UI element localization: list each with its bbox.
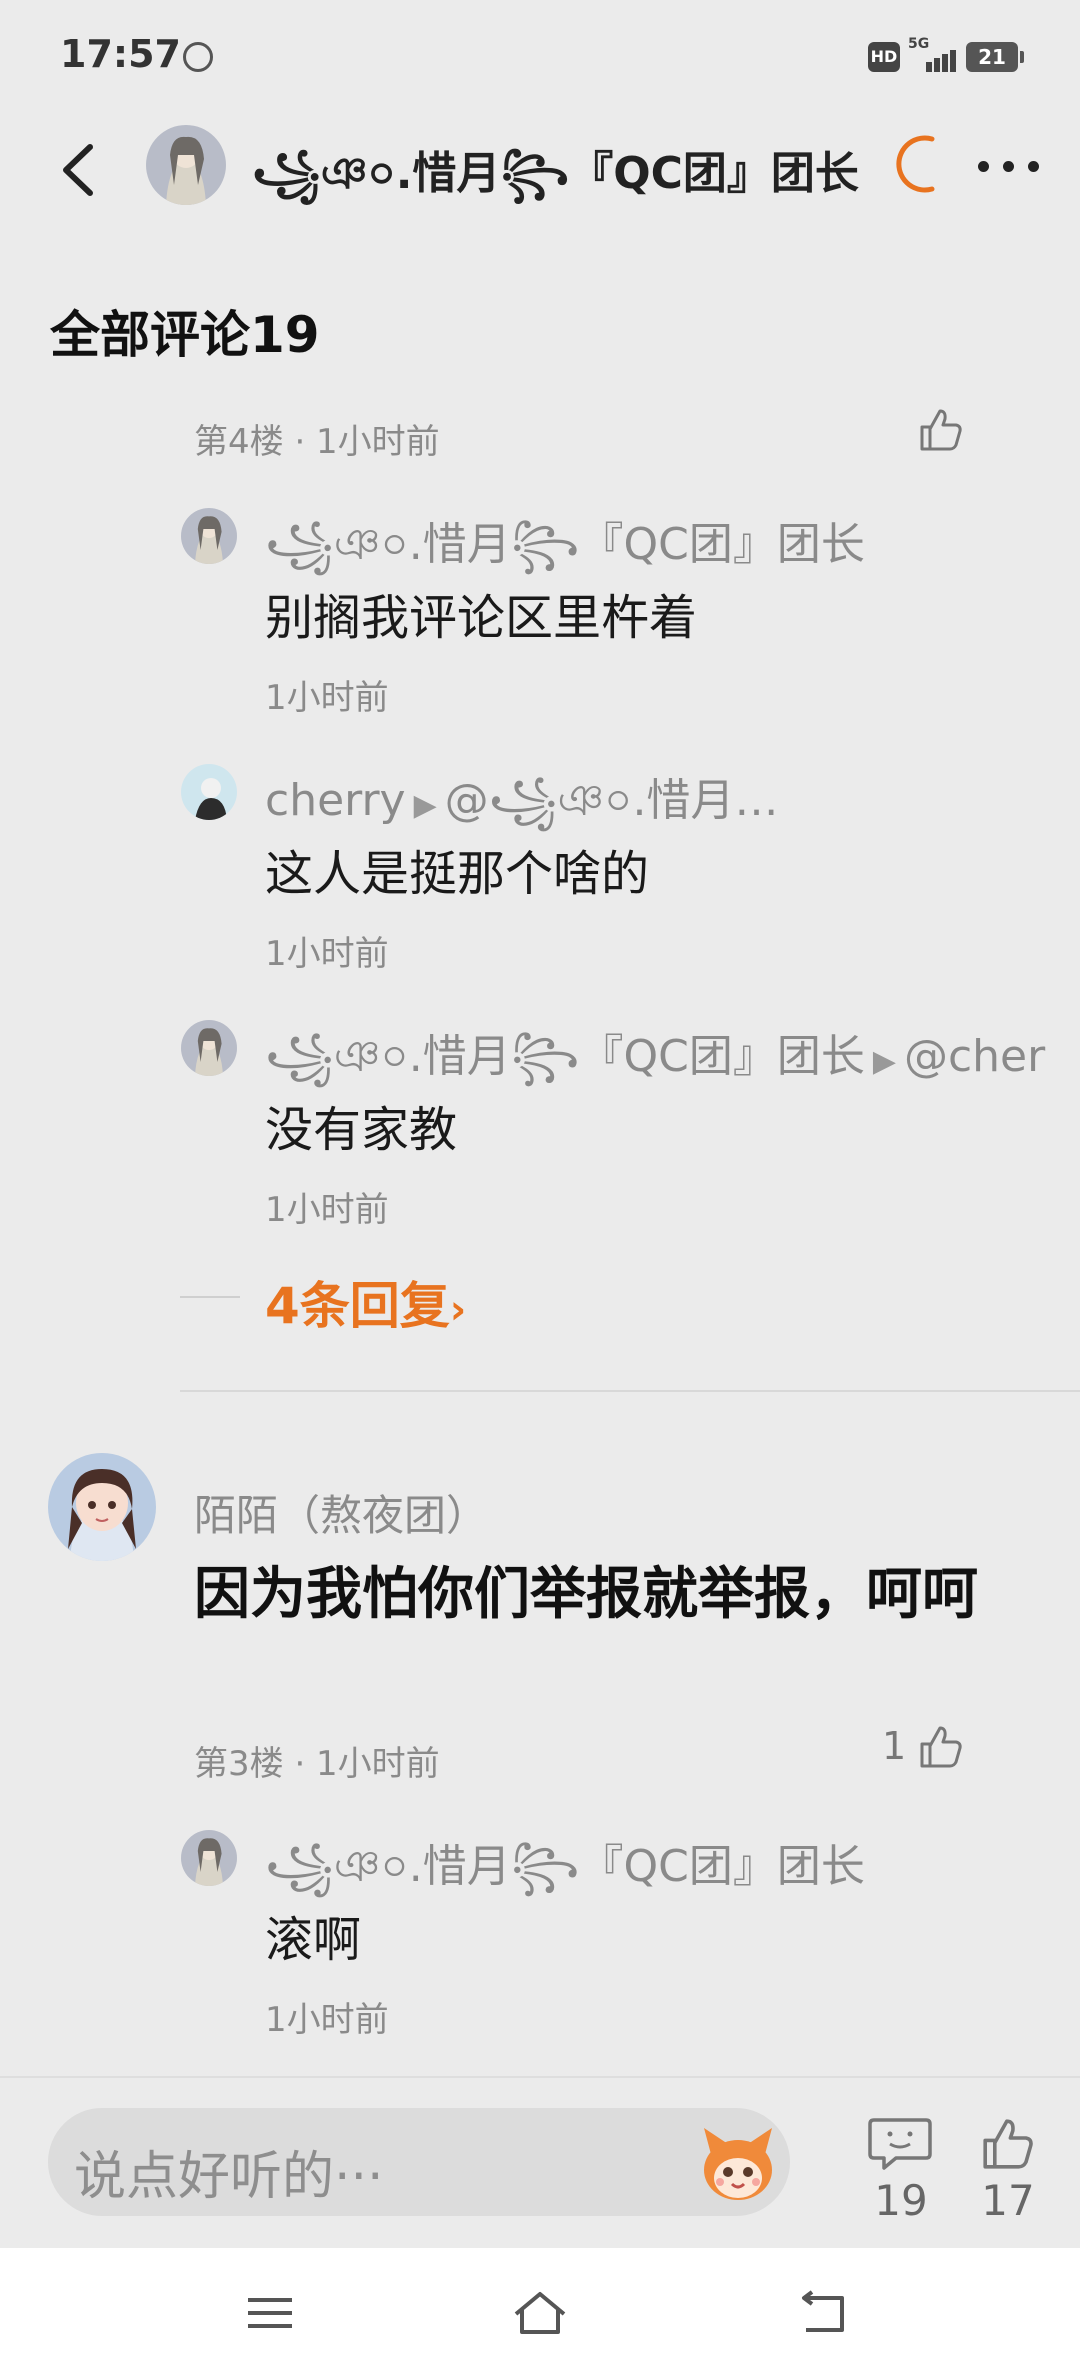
back-nav-icon[interactable] — [794, 2288, 854, 2338]
reply-time: 1小时前 — [265, 934, 389, 974]
author-name[interactable]: ꧁ঞ০.惜月꧂『QC团』团长 — [252, 137, 859, 229]
signal-icon: 5G — [908, 36, 958, 74]
more-replies-line — [180, 1296, 240, 1298]
reply-avatar[interactable] — [181, 1830, 237, 1886]
home-icon[interactable] — [510, 2288, 570, 2338]
like-count: 17 — [981, 2176, 1035, 2225]
floor-3-meta: 第3楼 · 1小时前 — [194, 1744, 440, 1784]
thumbs-up-icon[interactable] — [916, 1722, 966, 1772]
reply-target[interactable]: @cher — [904, 1031, 1045, 1082]
reply-avatar[interactable] — [181, 1020, 237, 1076]
section-title: 全部评论19 — [50, 306, 320, 364]
author-avatar[interactable] — [146, 125, 226, 205]
reply-arrow-icon: ▶ — [413, 788, 437, 823]
reply-text: 没有家教 — [265, 1102, 458, 1158]
status-bar: 17:57 HD 5G 21 — [0, 0, 1080, 115]
reply-time: 1小时前 — [265, 2000, 389, 2040]
status-time: 17:57 — [60, 32, 181, 76]
reply-avatar[interactable] — [181, 508, 237, 564]
reply-text: 别搁我评论区里杵着 — [265, 590, 698, 646]
status-notification-icon — [183, 42, 213, 72]
more-icon[interactable] — [974, 147, 1044, 183]
comment-icon[interactable] — [866, 2114, 934, 2174]
back-arrow-icon[interactable] — [50, 135, 110, 205]
comment-text: 因为我怕你们举报就举报，呵呵 — [194, 1562, 978, 1627]
battery-icon: 21 — [966, 42, 1024, 72]
comment-input-bar: 说点好听的··· 19 17 — [0, 2076, 1080, 2248]
comment-author[interactable]: 陌陌（熬夜团） — [194, 1482, 488, 1543]
comment-input[interactable]: 说点好听的··· — [48, 2108, 790, 2216]
comment-avatar[interactable] — [48, 1453, 156, 1561]
reply-time: 1小时前 — [265, 1190, 389, 1230]
reply-target[interactable]: @꧁ঞ০.惜月… — [445, 775, 779, 826]
page: 17:57 HD 5G 21 ꧁ঞ০.惜月꧂『QC团』团长 全部评论19 第4楼… — [0, 0, 1080, 2376]
system-nav-bar — [0, 2248, 1080, 2376]
more-replies-label: 4条回复› — [265, 1277, 467, 1335]
thumbs-up-icon[interactable] — [916, 405, 966, 455]
thumbs-up-icon[interactable] — [978, 2114, 1038, 2174]
divider — [180, 1390, 1080, 1392]
reply-author[interactable]: cherry — [265, 775, 406, 826]
reply-arrow-icon: ▶ — [872, 1044, 896, 1079]
comment-input-placeholder: 说点好听的··· — [74, 2147, 384, 2207]
reply-avatar[interactable] — [181, 764, 237, 820]
reply-text: 滚啊 — [265, 1912, 362, 1968]
network-label: 5G — [908, 36, 930, 52]
mascot-icon[interactable] — [694, 2118, 782, 2206]
header: ꧁ঞ০.惜月꧂『QC团』团长 — [0, 115, 1080, 225]
hd-badge: HD — [868, 42, 900, 72]
floor-4-meta: 第4楼 · 1小时前 — [194, 422, 440, 462]
comment-count: 19 — [874, 2176, 928, 2225]
reply-time: 1小时前 — [265, 678, 389, 718]
menu-icon[interactable] — [240, 2288, 300, 2338]
chevron-right-icon: › — [449, 1287, 467, 1333]
loading-spinner-icon — [892, 133, 954, 195]
more-replies-button[interactable]: 4条回复› — [180, 1266, 500, 1335]
reply-author[interactable]: ꧁ঞ০.惜月꧂『QC团』团长 — [265, 1031, 865, 1082]
reply-text: 这人是挺那个啥的 — [265, 846, 650, 902]
comment-like-count: 1 — [882, 1724, 907, 1768]
